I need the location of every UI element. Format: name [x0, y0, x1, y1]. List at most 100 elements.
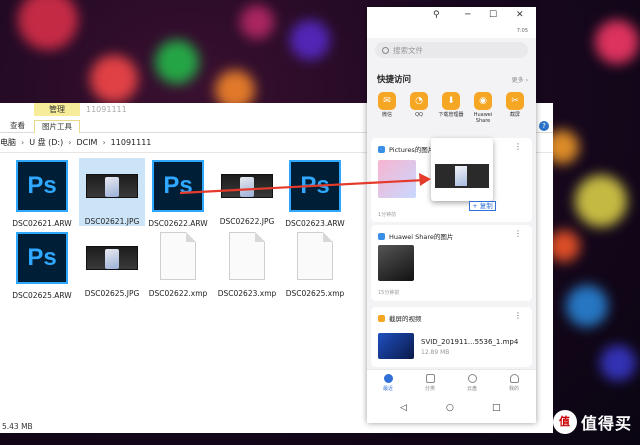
quick-access-item[interactable]: ✂ 截屏 [499, 92, 531, 118]
quick-access-label: QQ [415, 112, 423, 118]
card-title: Pictures的图片 [389, 146, 435, 154]
screen-video-card[interactable]: 截屏的视频 ⋮ SVID_201911...5536_1.mp4 12.89 M… [371, 307, 532, 367]
video-file-size: 12.89 MB [421, 349, 450, 356]
system-navigation: ◁ ○ □ [367, 395, 536, 423]
breadcrumb-item[interactable]: U 盘 (D:) [29, 137, 63, 148]
file-thumbnail: Ps [14, 160, 70, 216]
file-item[interactable]: Ps DSC02625.ARW [9, 230, 75, 300]
file-item[interactable]: DSC02622.xmp [145, 230, 211, 298]
more-link[interactable]: 更多 › [512, 75, 528, 84]
person-icon [509, 374, 519, 383]
breadcrumb-item[interactable]: DCIM [76, 138, 97, 147]
search-input[interactable]: 搜索文件 [375, 42, 528, 58]
photo-thumbnail [435, 164, 489, 188]
picture-folder-icon [378, 145, 385, 153]
quick-access-label: Huawei Share [473, 112, 493, 124]
selected-size: 5.43 MB [2, 422, 33, 431]
file-item[interactable]: DSC02622.JPG [214, 158, 280, 226]
minimize-icon[interactable]: ─ [465, 10, 470, 20]
picture-thumbnail[interactable] [378, 245, 414, 281]
copy-badge: + 复制 [469, 201, 496, 211]
document-icon [229, 232, 265, 280]
maximize-icon[interactable]: ☐ [489, 10, 497, 20]
card-title: Huawei Share的图片 [389, 233, 454, 241]
photoshop-icon: Ps [16, 160, 68, 212]
home-icon[interactable]: ○ [446, 403, 454, 413]
file-item[interactable]: DSC02621.JPG [79, 158, 145, 226]
file-name: DSC02623.xmp [217, 289, 277, 298]
quick-access-item[interactable]: ✉ 微信 [371, 92, 403, 118]
ribbon-context-manage[interactable]: 管理 [34, 103, 80, 116]
more-options-icon[interactable]: ⋮ [514, 142, 522, 151]
file-item[interactable]: DSC02625.JPG [79, 230, 145, 298]
phone-mirror-window: ⚲ ─ ☐ ✕ 7:05 搜索文件 快捷访问 更多 › ✉ 微信 ◔ QQ ⬇ 下载管理器… [367, 7, 536, 423]
help-icon[interactable]: ? [539, 121, 549, 131]
card-title: 截屏的视频 [389, 315, 422, 323]
search-placeholder: 搜索文件 [393, 45, 423, 55]
chevron-right-icon: › [102, 138, 106, 147]
file-item[interactable]: Ps DSC02621.ARW [9, 158, 75, 228]
file-item[interactable]: DSC02625.xmp [282, 230, 348, 298]
nav-label: 分类 [424, 386, 435, 392]
nav-cloud[interactable]: 云盘 [457, 374, 487, 392]
photoshop-icon: Ps [289, 160, 341, 212]
video-thumbnail[interactable] [378, 333, 414, 359]
file-item[interactable]: Ps DSC02623.ARW [282, 158, 348, 228]
huawei-share-card[interactable]: Huawei Share的图片 ⋮ 15分钟前 [371, 225, 532, 301]
nav-label: 最近 [382, 386, 393, 392]
card-header: 截屏的视频 [378, 313, 422, 323]
file-name: DSC02625.JPG [84, 289, 140, 298]
quick-access-item[interactable]: ◉ Huawei Share [467, 92, 499, 124]
file-thumbnail [150, 230, 206, 286]
wechat-icon: ✉ [378, 92, 396, 110]
file-thumbnail: Ps [150, 160, 206, 216]
brand-logo-icon: 值 [552, 410, 577, 434]
photoshop-icon: Ps [152, 160, 204, 212]
clock-icon [383, 374, 393, 383]
nav-recent[interactable]: 最近 [373, 374, 403, 392]
file-thumbnail [84, 158, 140, 214]
bottom-navigation: 最近 分类 云盘 我的 [367, 369, 536, 395]
picture-thumbnail[interactable] [378, 160, 416, 198]
pin-icon[interactable]: ⚲ [433, 10, 440, 20]
folder-icon [425, 374, 435, 383]
photoshop-icon: Ps [16, 232, 68, 284]
window-titlebar: ⚲ ─ ☐ ✕ [367, 7, 536, 26]
tab-view[interactable]: 查看 [10, 120, 25, 131]
more-options-icon[interactable]: ⋮ [514, 311, 522, 320]
nav-label: 我的 [508, 386, 519, 392]
breadcrumb-item[interactable]: 11091111 [111, 138, 152, 147]
card-header: Pictures的图片 [378, 144, 434, 154]
chevron-right-icon: › [21, 138, 25, 147]
tab-picture-tools[interactable]: 图片工具 [34, 120, 80, 133]
screenshot-icon: ✂ [506, 92, 524, 110]
file-thumbnail: Ps [287, 160, 343, 216]
qq-icon: ◔ [410, 92, 428, 110]
window-title: 11091111 [86, 105, 127, 114]
cloud-icon [467, 374, 477, 383]
search-icon [382, 46, 389, 54]
document-icon [297, 232, 333, 280]
recents-icon[interactable]: □ [492, 403, 501, 413]
dragged-file-preview[interactable] [431, 138, 493, 201]
file-item[interactable]: DSC02623.xmp [214, 230, 280, 298]
breadcrumb-item[interactable]: 电脑 [0, 137, 16, 148]
nav-category[interactable]: 分类 [415, 374, 445, 392]
brand-text: 值得买 [580, 414, 632, 433]
file-name: DSC02621.ARW [12, 219, 72, 228]
quick-access-label: 截屏 [509, 112, 520, 118]
file-item[interactable]: Ps DSC02622.ARW [145, 158, 211, 228]
file-thumbnail [84, 230, 140, 286]
huawei-share-icon: ◉ [474, 92, 492, 110]
quick-access-item[interactable]: ◔ QQ [403, 92, 435, 118]
video-file-name[interactable]: SVID_201911...5536_1.mp4 [421, 338, 518, 346]
card-header: Huawei Share的图片 [378, 231, 453, 241]
nav-mine[interactable]: 我的 [499, 374, 529, 392]
back-icon[interactable]: ◁ [400, 403, 407, 413]
close-icon[interactable]: ✕ [516, 10, 524, 20]
more-options-icon[interactable]: ⋮ [514, 229, 522, 238]
picture-folder-icon [378, 232, 385, 240]
card-footer: 1分钟前 [378, 212, 397, 218]
quick-access-item[interactable]: ⬇ 下载管理器 [435, 92, 467, 118]
video-folder-icon [378, 314, 385, 322]
